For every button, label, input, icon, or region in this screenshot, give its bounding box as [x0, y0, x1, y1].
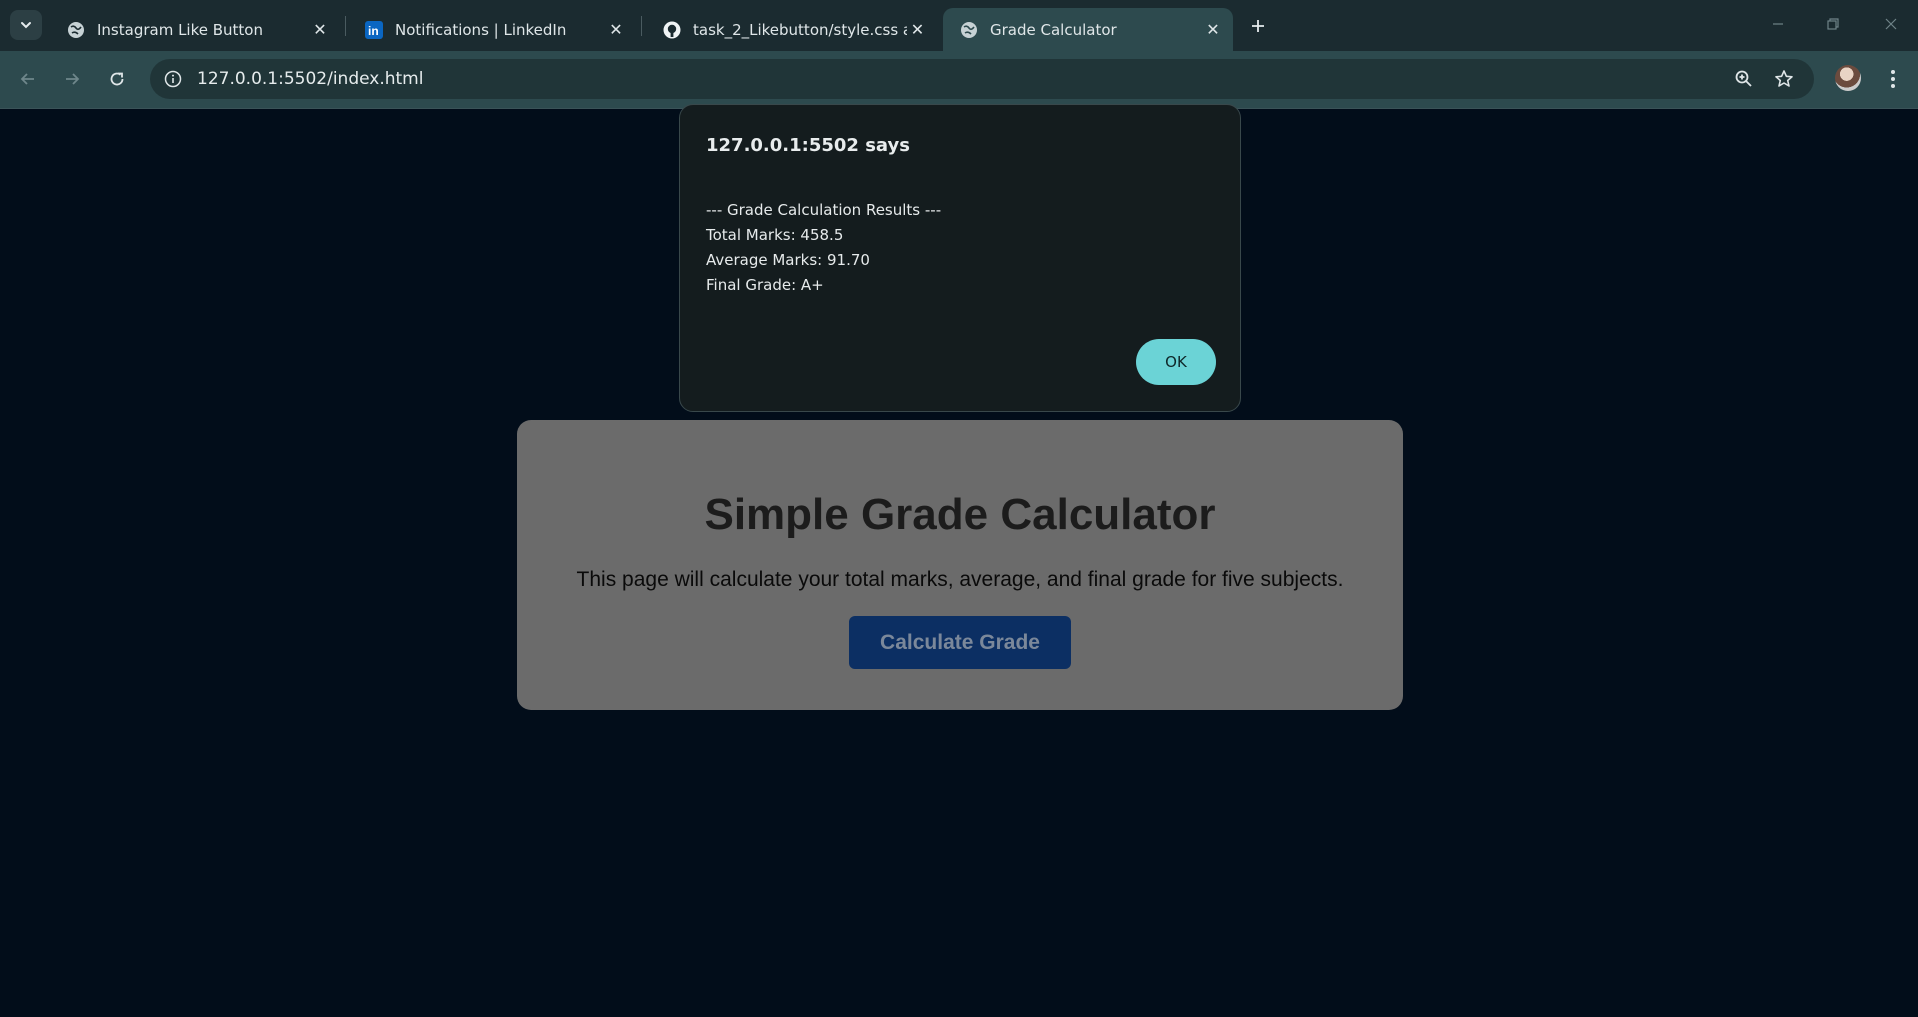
- close-icon: [1885, 18, 1897, 30]
- browser-toolbar: 127.0.0.1:5502/index.html: [0, 51, 1918, 108]
- url-text: 127.0.0.1:5502/index.html: [197, 69, 424, 89]
- tab-title: task_2_Likebutton/style.css at m: [693, 20, 907, 39]
- reload-icon: [110, 72, 124, 86]
- ok-button[interactable]: OK: [1136, 339, 1216, 385]
- tab-title: Instagram Like Button: [97, 20, 263, 39]
- chevron-down-icon: [21, 22, 31, 29]
- svg-text:in: in: [368, 24, 379, 38]
- zoom-icon[interactable]: [1732, 67, 1756, 91]
- close-icon[interactable]: ✕: [907, 18, 928, 42]
- calculate-grade-button[interactable]: Calculate Grade: [849, 616, 1071, 669]
- forward-button[interactable]: [56, 63, 88, 95]
- dialog-message-line: Total Marks: 458.5: [706, 226, 844, 244]
- linkedin-icon: in: [365, 20, 383, 39]
- minimize-icon: [1773, 23, 1783, 25]
- dialog-message-line: Average Marks: 91.70: [706, 251, 870, 269]
- globe-icon: [67, 21, 85, 39]
- arrow-right-icon: [66, 73, 80, 85]
- close-icon[interactable]: ✕: [308, 18, 332, 42]
- more-menu-icon[interactable]: [1880, 65, 1906, 93]
- page-title: Simple Grade Calculator: [704, 490, 1216, 539]
- back-button[interactable]: [12, 63, 44, 95]
- window-close-button[interactable]: [1871, 8, 1911, 40]
- arrow-left-icon: [20, 73, 34, 85]
- tab-title: Grade Calculator: [990, 20, 1117, 39]
- dialog-message-line: --- Grade Calculation Results ---: [706, 201, 942, 219]
- restore-button[interactable]: [1813, 8, 1853, 40]
- new-tab-button[interactable]: [1243, 11, 1273, 41]
- address-bar[interactable]: 127.0.0.1:5502/index.html: [150, 59, 1814, 99]
- tab-strip: Instagram Like Button ✕ in Notifications…: [0, 0, 1918, 51]
- tab-title: Notifications | LinkedIn: [395, 20, 567, 39]
- tab-instagram-like-button[interactable]: Instagram Like Button ✕: [50, 8, 340, 51]
- tab-grade-calculator[interactable]: Grade Calculator ✕: [943, 8, 1233, 51]
- tab-linkedin-notifications[interactable]: in Notifications | LinkedIn ✕: [348, 8, 636, 51]
- tab-separator: [641, 16, 642, 36]
- tab-search-button[interactable]: [10, 10, 42, 40]
- site-info-icon[interactable]: [162, 68, 184, 90]
- globe-icon: [960, 21, 978, 39]
- close-icon[interactable]: ✕: [604, 18, 628, 42]
- profile-avatar[interactable]: [1835, 65, 1861, 91]
- alert-dialog: 127.0.0.1:5502 says --- Grade Calculatio…: [679, 104, 1241, 412]
- dialog-message: --- Grade Calculation Results --- Total …: [706, 198, 941, 298]
- minimize-button[interactable]: [1758, 8, 1798, 40]
- page-description: This page will calculate your total mark…: [576, 568, 1344, 591]
- bookmark-star-icon[interactable]: [1772, 67, 1796, 91]
- grade-calculator-card: Simple Grade Calculator This page will c…: [517, 420, 1403, 710]
- close-icon[interactable]: ✕: [1201, 18, 1225, 42]
- tab-separator: [345, 16, 346, 36]
- dialog-heading: 127.0.0.1:5502 says: [706, 135, 910, 156]
- restore-icon: [1827, 18, 1839, 30]
- github-icon: [663, 21, 681, 39]
- tab-github-style-css[interactable]: task_2_Likebutton/style.css at m ✕: [646, 8, 936, 51]
- dialog-message-line: Final Grade: A+: [706, 276, 824, 294]
- plus-icon: [1252, 20, 1264, 32]
- reload-button[interactable]: [101, 63, 133, 95]
